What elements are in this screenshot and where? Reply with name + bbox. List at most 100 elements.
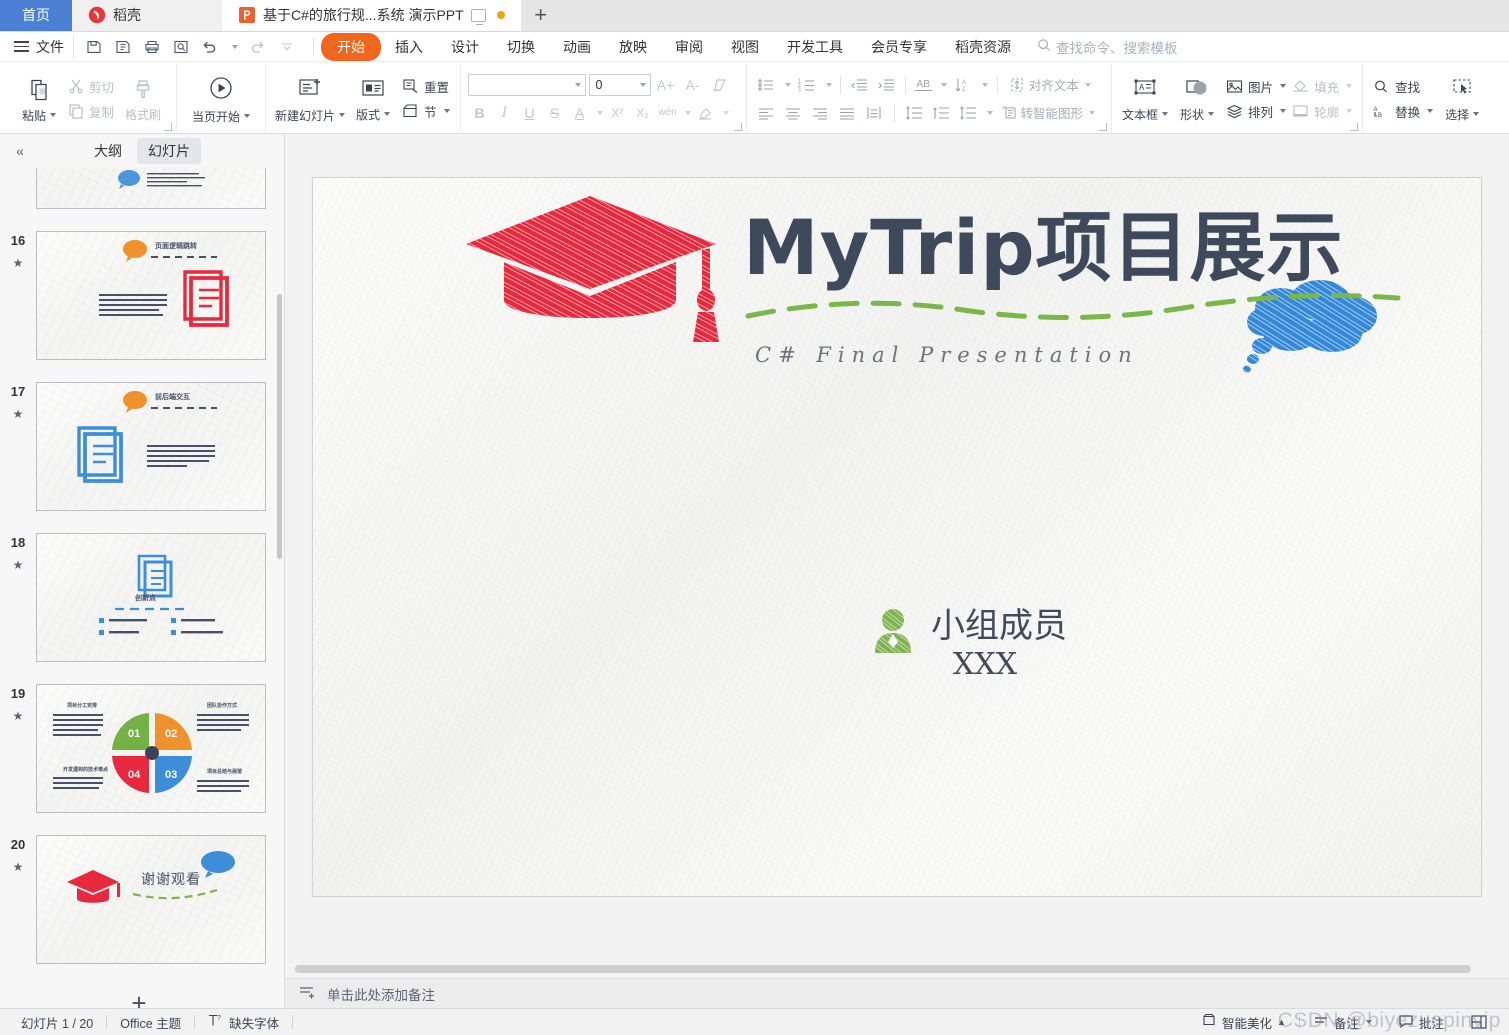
space-before-icon[interactable]: [929, 101, 954, 124]
highlight-dropdown-icon[interactable]: [719, 101, 731, 124]
add-slide-button[interactable]: +: [4, 986, 274, 1008]
current-slide[interactable]: MyTrip项目展示 C# Final Presentation 小组成员 XX…: [312, 177, 1482, 897]
font-color-button[interactable]: A: [568, 101, 592, 124]
undo-icon[interactable]: [196, 35, 223, 59]
copy-button[interactable]: 复制: [65, 100, 117, 122]
ribbon-tab-docer-resource[interactable]: 稻壳资源: [941, 34, 1025, 60]
file-menu-button[interactable]: 文件: [6, 37, 73, 57]
print-preview-icon[interactable]: [167, 35, 194, 59]
strikethrough-button[interactable]: S: [543, 101, 567, 124]
font-size-combobox[interactable]: 0: [588, 73, 651, 96]
graduation-cap-icon[interactable]: [458, 184, 728, 359]
clipboard-expand-icon[interactable]: [164, 123, 173, 131]
slide-thumbnail-list[interactable]: 15: [0, 168, 284, 1008]
numbered-dropdown-icon[interactable]: [822, 73, 834, 96]
font-expand-icon[interactable]: [733, 123, 742, 131]
ribbon-tab-start[interactable]: 开始: [321, 32, 381, 61]
ribbon-tab-insert[interactable]: 插入: [381, 34, 437, 60]
thumbnail-18[interactable]: 创新点: [36, 533, 266, 662]
tab-docer[interactable]: 稻壳: [72, 0, 222, 31]
ribbon-tab-review[interactable]: 审阅: [661, 34, 717, 60]
bullet-list-icon[interactable]: [754, 73, 779, 96]
paragraph-expand-icon[interactable]: [1099, 123, 1108, 131]
redo-icon[interactable]: [244, 35, 271, 59]
thumbnail-20[interactable]: 谢谢观看: [36, 835, 266, 964]
select-button[interactable]: 选择: [1436, 64, 1488, 133]
fill-button[interactable]: 填充: [1289, 75, 1355, 97]
thumbnail-16[interactable]: 页面逻辑跳转: [36, 231, 266, 360]
find-button[interactable]: 查找: [1370, 75, 1436, 97]
arrange-button[interactable]: 排列: [1223, 100, 1289, 122]
thumbnail-item-18[interactable]: 18 ★ 创新点: [4, 533, 274, 662]
save-icon[interactable]: [80, 35, 107, 59]
layout-button[interactable]: 版式: [347, 64, 399, 133]
new-tab-button[interactable]: +: [521, 0, 561, 31]
ribbon-tab-slideshow[interactable]: 放映: [605, 34, 661, 60]
drawing-expand-icon[interactable]: [1350, 123, 1359, 131]
sidebar-tab-outline[interactable]: 大纲: [83, 138, 133, 164]
highlight-icon[interactable]: [694, 101, 718, 124]
group-member-block[interactable]: 小组成员 XXX: [873, 607, 1067, 682]
tab-presentation-document[interactable]: 基于C#的旅行规...系统 演示PPT: [222, 0, 521, 31]
align-text-button[interactable]: 对齐文本: [1005, 73, 1095, 96]
new-slide-button[interactable]: 新建幻灯片: [273, 64, 347, 133]
paragraph-spacing-icon[interactable]: [956, 101, 981, 124]
customize-qat-icon[interactable]: [273, 35, 300, 59]
pinyin-dropdown-icon[interactable]: [681, 101, 693, 124]
shape-button[interactable]: 形状: [1171, 64, 1223, 133]
command-search[interactable]: 查找命令、搜索模板: [1037, 37, 1178, 57]
sidebar-scrollbar-thumb[interactable]: [277, 294, 282, 559]
canvas-vertical-scrollbar[interactable]: [1493, 134, 1509, 960]
align-left-icon[interactable]: [754, 101, 779, 124]
replace-button[interactable]: A B 替换: [1370, 100, 1436, 122]
numbered-list-icon[interactable]: 1 2 3: [795, 73, 820, 96]
undo-dropdown-icon[interactable]: [225, 35, 242, 59]
thumbnail-item-15[interactable]: 15: [4, 168, 274, 209]
sort-dropdown-icon[interactable]: [978, 73, 990, 96]
decrease-indent-icon[interactable]: [847, 73, 872, 96]
text-direction-button[interactable]: AB: [912, 73, 935, 96]
thumbnail-19[interactable]: 01 02 03 04 项目分工安排 团队协作方式 开发遇到的技术难点 项目总结…: [36, 684, 266, 813]
comments-button[interactable]: 批注: [1385, 1013, 1457, 1032]
align-right-icon[interactable]: [808, 101, 833, 124]
thumbnail-15[interactable]: [36, 168, 266, 209]
slide-title-block[interactable]: MyTrip项目展示 C# Final Presentation: [743, 208, 1443, 367]
ribbon-tab-design[interactable]: 设计: [437, 34, 493, 60]
section-button[interactable]: 节: [399, 100, 453, 122]
format-painter-button[interactable]: 格式刷: [117, 64, 169, 133]
underline-button[interactable]: U: [518, 101, 542, 124]
italic-button[interactable]: I: [493, 101, 517, 124]
decrease-font-size-button[interactable]: A-: [681, 73, 705, 96]
thumbnail-item-19[interactable]: 19 ★ 01 02 03 04 项目分工安排 团队协作方式 开发遇到的技术难点…: [4, 684, 274, 813]
start-from-current-button[interactable]: 当页开始: [184, 64, 258, 133]
slide-count-status[interactable]: 幻灯片 1 / 20: [8, 1013, 106, 1032]
presentation-mode-icon[interactable]: [470, 8, 486, 25]
distribute-icon[interactable]: [862, 101, 887, 124]
thumbnail-17[interactable]: 前后端交互: [36, 382, 266, 511]
font-name-combobox[interactable]: [467, 73, 586, 96]
pinyin-guide-button[interactable]: wén: [656, 101, 680, 124]
thumbnail-item-17[interactable]: 17 ★ 前后端交互: [4, 382, 274, 511]
sort-icon[interactable]: A Z: [951, 73, 976, 96]
ribbon-tab-animation[interactable]: 动画: [549, 34, 605, 60]
increase-indent-icon[interactable]: [874, 73, 899, 96]
textbox-button[interactable]: A 文本框: [1119, 64, 1171, 133]
bullet-dropdown-icon[interactable]: [781, 73, 793, 96]
line-spacing-icon[interactable]: [902, 101, 927, 124]
bold-button[interactable]: B: [468, 101, 492, 124]
canvas-horizontal-scrollbar-thumb[interactable]: [295, 965, 1471, 973]
theme-status[interactable]: Office 主题: [107, 1013, 194, 1032]
justify-icon[interactable]: [835, 101, 860, 124]
align-center-icon[interactable]: [781, 101, 806, 124]
increase-font-size-button[interactable]: A+: [654, 73, 678, 96]
slide-canvas[interactable]: MyTrip项目展示 C# Final Presentation 小组成员 XX…: [285, 134, 1509, 960]
clear-format-icon[interactable]: [708, 73, 732, 96]
font-color-dropdown-icon[interactable]: [593, 101, 605, 124]
sidebar-tab-slides[interactable]: 幻灯片: [137, 138, 201, 164]
ribbon-tab-transition[interactable]: 切换: [493, 34, 549, 60]
tab-home[interactable]: 首页: [0, 0, 72, 31]
ribbon-tab-developer[interactable]: 开发工具: [773, 34, 857, 60]
thumbnail-item-16[interactable]: 16 ★ 页面逻辑跳转: [4, 231, 274, 360]
subscript-button[interactable]: X₂: [631, 101, 655, 124]
notes-pane[interactable]: 单击此处添加备注: [285, 978, 1509, 1008]
